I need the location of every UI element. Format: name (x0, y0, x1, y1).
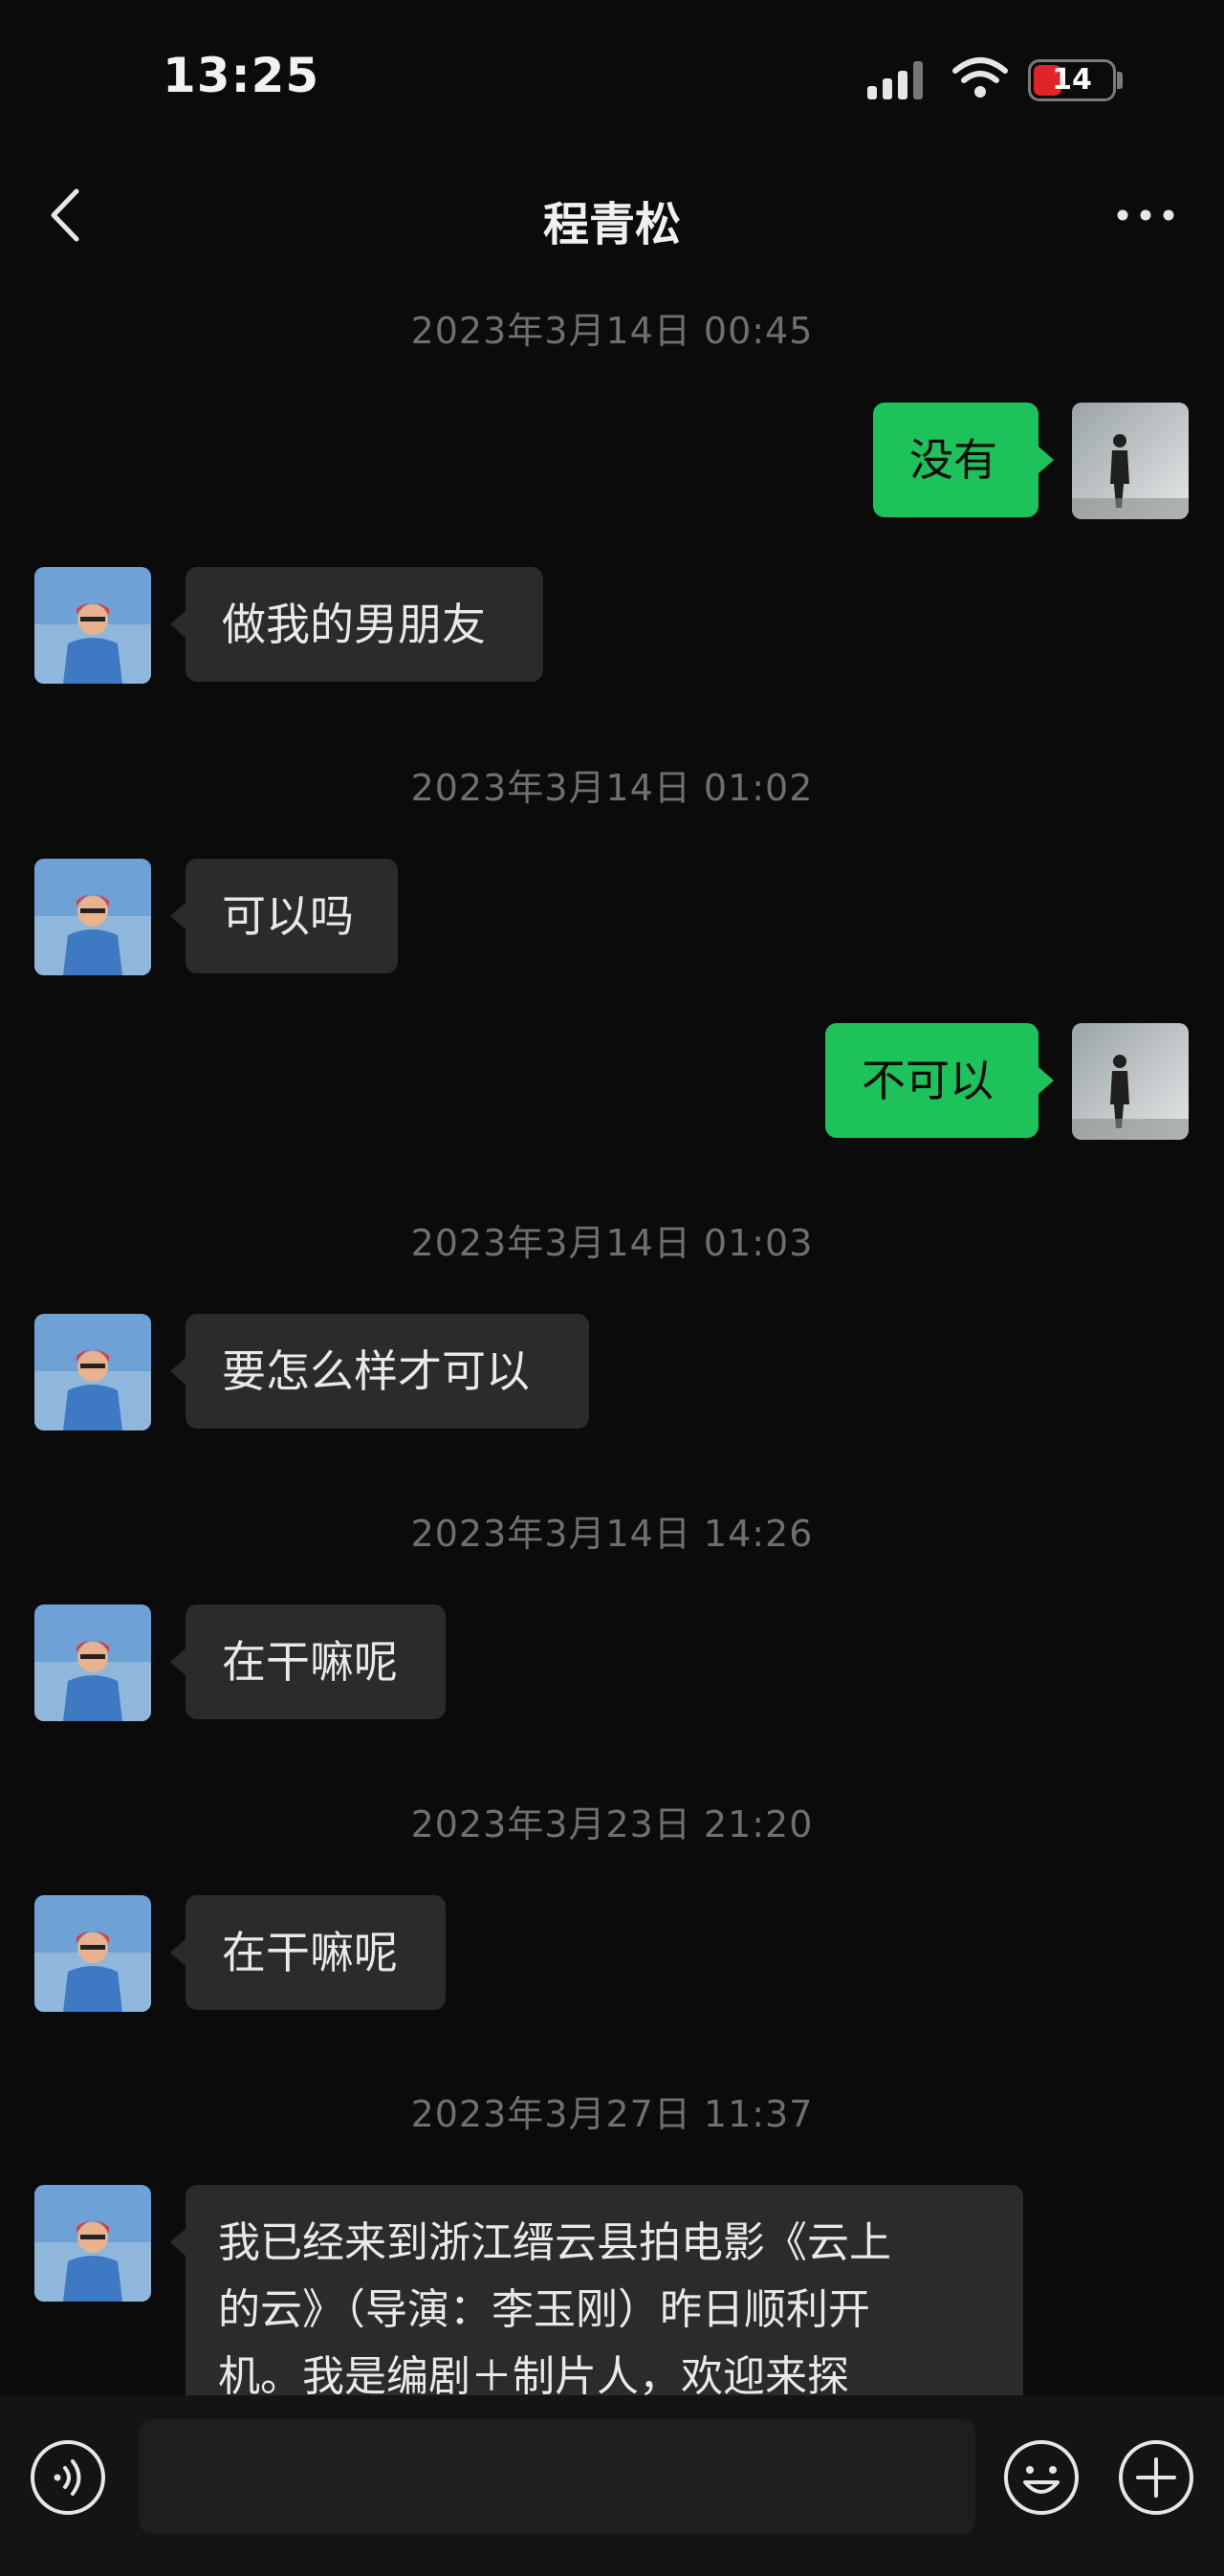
battery-tip (1117, 72, 1123, 89)
outgoing-message-bubble[interactable]: 没有 (873, 403, 1038, 517)
outgoing-message-bubble[interactable]: 不可以 (825, 1023, 1038, 1138)
signal-icon (867, 61, 923, 99)
message-timestamp: 2023年3月27日 11:37 (410, 2093, 814, 2135)
message-timestamp: 2023年3月14日 00:45 (410, 310, 814, 352)
battery-percent: 14 (1052, 63, 1092, 97)
battery-icon: 14 (1028, 59, 1116, 101)
message-text-line: 我已经来到浙江缙云县拍电影《云上 (218, 2218, 891, 2267)
message-timestamp: 2023年3月14日 01:02 (410, 767, 814, 809)
incoming-message-bubble[interactable]: 在干嘛呢 (186, 1895, 446, 2010)
message-timestamp: 2023年3月14日 01:03 (410, 1222, 814, 1264)
voice-icon[interactable] (29, 2438, 107, 2517)
contact-avatar[interactable] (34, 1314, 151, 1430)
contact-name[interactable]: 程青松 (0, 186, 1224, 253)
wifi-icon (952, 57, 1008, 98)
contact-avatar[interactable] (34, 2185, 151, 2302)
message-text: 不可以 (862, 1055, 994, 1106)
bubble-tail (170, 611, 186, 638)
bubble-tail (170, 903, 186, 929)
message-text: 在干嘛呢 (222, 1636, 398, 1688)
status-time: 13:25 (163, 48, 320, 103)
bubble-tail (170, 2229, 186, 2256)
contact-avatar[interactable] (34, 859, 151, 975)
message-text: 要怎么样才可以 (222, 1345, 530, 1397)
my-avatar[interactable] (1072, 403, 1189, 519)
message-text: 可以吗 (222, 890, 354, 942)
bubble-tail (170, 1939, 186, 1966)
contact-avatar[interactable] (34, 1605, 151, 1721)
emoji-icon[interactable] (1002, 2438, 1081, 2517)
bubble-tail (1038, 1067, 1054, 1094)
contact-avatar[interactable] (34, 567, 151, 684)
bubble-tail (170, 1358, 186, 1385)
message-timestamp: 2023年3月23日 21:20 (410, 1803, 814, 1845)
incoming-message-bubble[interactable]: 在干嘛呢 (186, 1605, 446, 1719)
message-text: 在干嘛呢 (222, 1927, 398, 1978)
message-text-line: 的云》（导演：李玉刚）昨日顺利开 (218, 2285, 870, 2334)
status-bar: 13:25 14 (0, 0, 1224, 163)
bubble-tail (170, 1648, 186, 1675)
chat-header: 程青松 (0, 163, 1224, 268)
contact-avatar[interactable] (34, 1895, 151, 2012)
chat-input-bar (0, 2395, 1224, 2576)
more-dots-icon[interactable] (1109, 191, 1186, 239)
message-input[interactable] (139, 2419, 975, 2534)
message-text: 做我的男朋友 (222, 599, 486, 650)
message-timestamp: 2023年3月14日 14:26 (410, 1513, 814, 1555)
incoming-message-bubble[interactable]: 做我的男朋友 (186, 567, 543, 682)
incoming-message-bubble[interactable]: 可以吗 (186, 859, 398, 973)
plus-icon[interactable] (1117, 2438, 1195, 2517)
bubble-tail (1038, 447, 1054, 473)
my-avatar[interactable] (1072, 1023, 1189, 1140)
message-text: 没有 (909, 434, 997, 486)
incoming-message-bubble[interactable]: 要怎么样才可以 (186, 1314, 589, 1429)
